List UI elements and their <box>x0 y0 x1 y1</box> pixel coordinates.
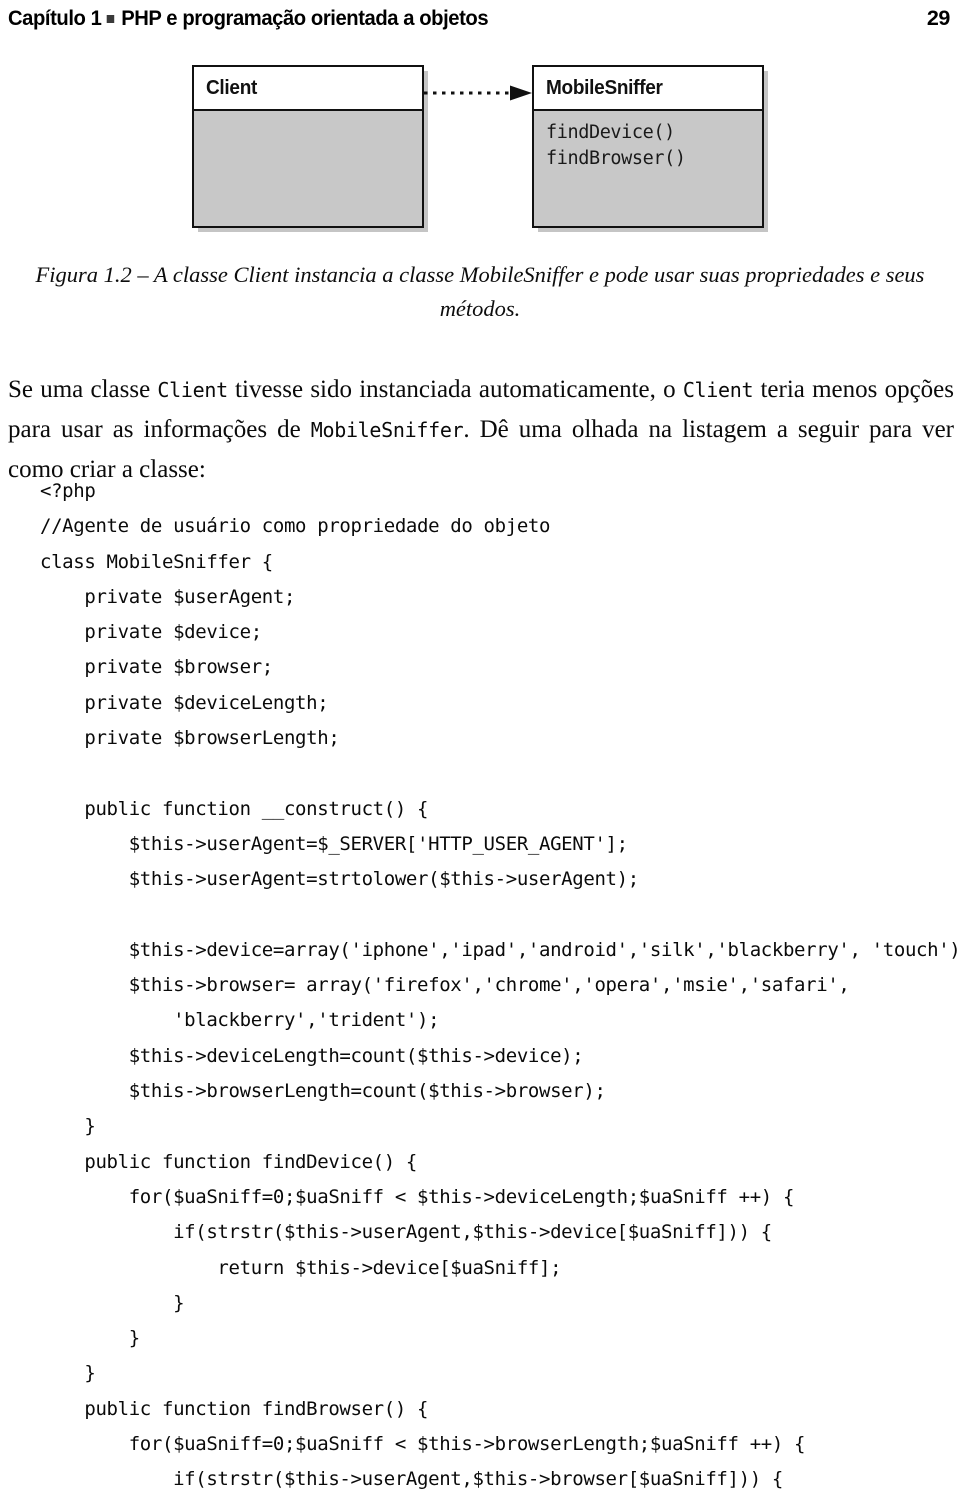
code-line: private $deviceLength; <box>40 691 329 714</box>
page-number: 29 <box>926 5 951 30</box>
uml-method-label: findDevice() <box>546 122 675 143</box>
uml-class-members-cell <box>194 111 422 120</box>
code-line: if(strstr($this->userAgent,$this->device… <box>40 1221 772 1244</box>
code-listing: <?php //Agente de usuário como propriedad… <box>40 474 960 1498</box>
header-title-label: PHP e programação orientada a objetos <box>121 5 489 30</box>
code-line: public function findDevice() { <box>40 1150 418 1173</box>
figure-caption: Figura 1.2 – A classe Client instancia a… <box>35 262 925 321</box>
uml-class-title-cell: MobileSniffer <box>534 67 762 111</box>
header-chapter-label: Capítulo 1 <box>8 5 102 30</box>
code-line: $this->device=array('iphone','ipad','and… <box>40 938 960 961</box>
code-line: $this->browserLength=count($this->browse… <box>40 1080 606 1103</box>
code-line: private $userAgent; <box>40 585 296 608</box>
code-line: } <box>40 1327 140 1350</box>
inline-code: MobileSniffer <box>310 418 464 442</box>
body-text-run: tivesse sido instanciada automaticamente… <box>227 376 683 403</box>
code-line: $this->browser= array('firefox','chrome'… <box>40 974 850 997</box>
code-line: //Agente de usuário como propriedade do … <box>40 515 551 538</box>
code-line: public function findBrowser() { <box>40 1397 429 1420</box>
inline-code: Client <box>157 378 228 402</box>
code-line: $this->userAgent=$_SERVER['HTTP_USER_AGE… <box>40 832 628 855</box>
code-line: for($uaSniff=0;$uaSniff < $this->deviceL… <box>40 1185 795 1208</box>
uml-dependency-arrow-icon <box>424 85 534 101</box>
code-line: } <box>40 1362 96 1385</box>
uml-class-title-cell: Client <box>194 67 422 111</box>
square-bullet-icon <box>107 14 115 23</box>
code-line: <?php <box>40 480 96 502</box>
uml-figure: Client MobileSniffer findDevice() findBr… <box>0 55 960 240</box>
code-line: private $browserLength; <box>40 727 340 750</box>
uml-class-members-cell: findDevice() findBrowser() <box>534 111 762 172</box>
code-line: 'blackberry','trident'); <box>40 1009 440 1032</box>
page-header: Capítulo 1 PHP e programação orientada a… <box>8 0 950 36</box>
code-line: if(strstr($this->userAgent,$this->browse… <box>40 1468 783 1491</box>
code-line: return $this->device[$uaSniff]; <box>40 1256 562 1279</box>
uml-class-name: MobileSniffer <box>546 76 663 99</box>
body-paragraph: Se uma classe Client tivesse sido instan… <box>8 370 954 489</box>
code-line: $this->deviceLength=count($this->device)… <box>40 1044 584 1067</box>
code-line: } <box>40 1291 185 1314</box>
code-line: class MobileSniffer { <box>40 550 273 573</box>
uml-class-box-client: Client <box>192 65 424 228</box>
body-text-run: Se uma classe <box>8 376 158 403</box>
header-title-group: Capítulo 1 PHP e programação orientada a… <box>8 5 489 31</box>
code-line: private $browser; <box>40 656 273 679</box>
code-line: for($uaSniff=0;$uaSniff < $this->browser… <box>40 1433 806 1456</box>
uml-method-label: findBrowser() <box>546 148 686 169</box>
inline-code: Client <box>682 378 754 402</box>
code-line: } <box>40 1115 96 1138</box>
uml-class-name: Client <box>206 76 258 99</box>
uml-class-box-mobilesniffer: MobileSniffer findDevice() findBrowser() <box>532 65 764 228</box>
code-line: $this->userAgent=strtolower($this->userA… <box>40 868 639 891</box>
code-line: private $device; <box>40 621 262 644</box>
code-line: public function __construct() { <box>40 797 429 820</box>
